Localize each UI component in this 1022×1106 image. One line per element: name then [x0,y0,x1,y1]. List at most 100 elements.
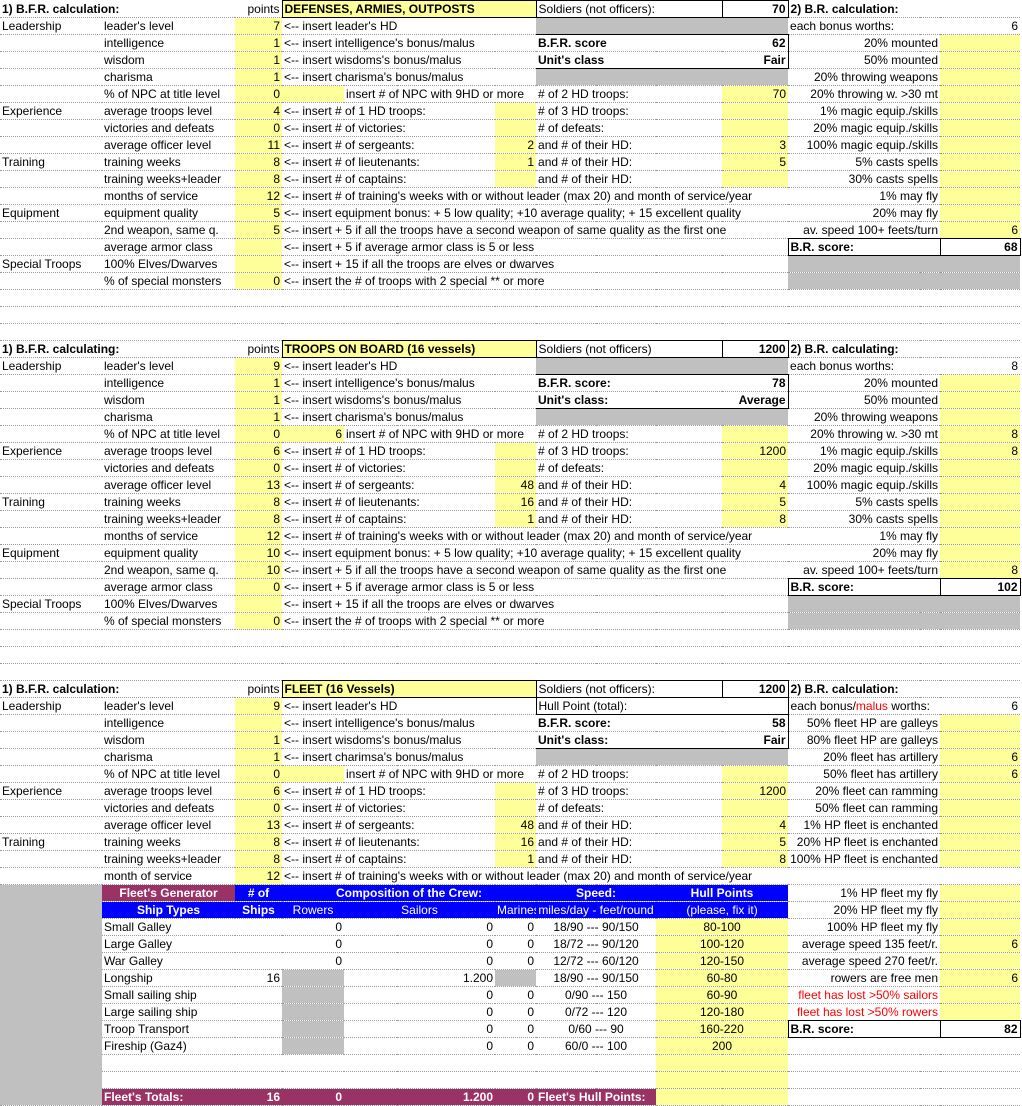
br-value[interactable] [940,918,1021,936]
insert-value[interactable] [495,442,537,460]
points-value[interactable] [235,714,283,732]
ship-count[interactable] [235,1003,283,1021]
hull-value[interactable]: 60-80 [656,969,789,987]
insert-value[interactable] [495,119,537,137]
insert-value[interactable] [495,170,537,188]
insert-value[interactable] [495,459,537,477]
points-value[interactable]: 5 [235,204,283,222]
insert-value[interactable]: 1 [495,153,537,171]
points-value[interactable]: 0 [235,612,283,630]
points-value[interactable]: 1 [235,374,283,392]
br-value[interactable] [940,714,1021,732]
points-value[interactable]: 1 [235,391,283,409]
br-value[interactable] [940,204,1021,222]
mid-value[interactable]: 8 [722,850,789,868]
br-value[interactable]: 8 [940,425,1021,443]
ship-count[interactable] [235,1020,283,1038]
mid-value[interactable] [722,425,789,443]
points-value[interactable]: 1 [235,68,283,86]
hull-value[interactable] [656,1071,789,1089]
br-value[interactable] [940,374,1021,392]
points-value[interactable]: 13 [235,476,283,494]
points-value[interactable]: 13 [235,816,283,834]
br-value[interactable] [940,850,1021,868]
hull-value[interactable]: 100-120 [656,935,789,953]
points-value[interactable]: 1 [235,731,283,749]
points-value[interactable]: 1 [235,748,283,766]
points-value[interactable]: 1 [235,408,283,426]
br-value[interactable]: 6 [940,969,1021,987]
points-value[interactable]: 6 [235,442,283,460]
points-value[interactable]: 5 [235,221,283,239]
insert-value[interactable]: 48 [495,476,537,494]
points-value[interactable]: 9 [235,357,283,375]
fleet-hull-points-value[interactable] [656,1088,789,1106]
hull-value[interactable]: 120-150 [656,952,789,970]
br-value[interactable] [940,187,1021,205]
hull-value[interactable]: 80-100 [656,918,789,936]
br-value[interactable] [940,901,1021,919]
soldiers-value[interactable]: 1200 [721,680,789,698]
br-value[interactable] [940,884,1021,902]
soldiers-value[interactable]: 1200 [721,340,789,358]
hull-value[interactable]: 200 [656,1037,789,1055]
points-value[interactable]: 7 [235,17,283,35]
br-value[interactable]: 6 [940,765,1021,783]
points-value[interactable]: 12 [235,187,283,205]
ship-count[interactable]: 16 [235,969,283,987]
br-value[interactable] [940,527,1021,545]
br-value[interactable] [940,102,1021,120]
points-value[interactable]: 8 [235,510,283,528]
insert-value[interactable]: 2 [495,136,537,154]
insert-value[interactable]: 16 [495,493,537,511]
br-value[interactable] [940,34,1021,52]
soldiers-value[interactable]: 70 [721,0,789,18]
mid-value[interactable]: 5 [722,833,789,851]
br-value[interactable] [940,782,1021,800]
mid-value[interactable] [722,170,789,188]
br-value[interactable] [940,459,1021,477]
br-value[interactable] [940,153,1021,171]
mid-value[interactable]: 4 [722,816,789,834]
points-value[interactable]: 6 [235,782,283,800]
ship-count[interactable] [235,952,283,970]
mid-value[interactable]: 4 [722,476,789,494]
br-value[interactable]: 6 [940,748,1021,766]
br-value[interactable] [940,731,1021,749]
points-value[interactable]: 8 [235,493,283,511]
points-value[interactable]: 8 [235,153,283,171]
br-value[interactable] [940,1003,1021,1021]
br-value[interactable] [940,544,1021,562]
points-value[interactable]: 0 [235,85,283,103]
br-value[interactable] [940,68,1021,86]
hull-value[interactable]: 160-220 [656,1020,789,1038]
mid-value[interactable] [722,765,789,783]
bonus-value[interactable]: 8 [940,357,1021,375]
br-value[interactable]: 6 [940,935,1021,953]
insert-value[interactable]: 1 [495,510,537,528]
br-value[interactable] [940,510,1021,528]
points-value[interactable]: 0 [235,578,283,596]
insert-value[interactable]: 6 [282,425,345,443]
ship-count[interactable] [235,918,283,936]
points-value[interactable]: 0 [235,425,283,443]
br-value[interactable] [940,986,1021,1004]
br-value[interactable] [940,51,1021,69]
br-value[interactable] [940,391,1021,409]
hull-value[interactable] [656,1054,789,1072]
points-value[interactable]: 0 [235,459,283,477]
points-value[interactable]: 9 [235,697,283,715]
points-value[interactable]: 8 [235,170,283,188]
insert-value[interactable] [495,799,537,817]
mid-value[interactable]: 3 [722,136,789,154]
points-value[interactable]: 0 [235,272,283,290]
hull-value[interactable]: 60-90 [656,986,789,1004]
ship-count[interactable] [235,1037,283,1055]
br-value[interactable] [940,816,1021,834]
insert-value[interactable] [282,85,345,103]
points-value[interactable]: 0 [235,799,283,817]
points-value[interactable]: 4 [235,102,283,120]
points-value[interactable]: 10 [235,544,283,562]
points-value[interactable]: 1 [235,51,283,69]
insert-value[interactable]: 16 [495,833,537,851]
